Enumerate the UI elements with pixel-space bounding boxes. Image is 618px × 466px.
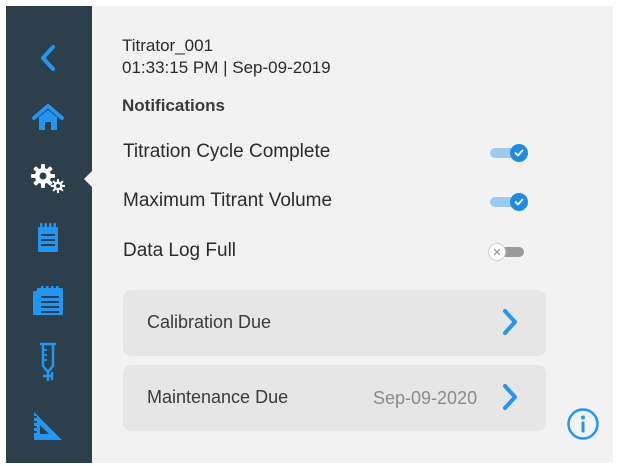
maintenance-due-date: Sep-09-2020 bbox=[373, 388, 478, 408]
card-label: Calibration Due bbox=[147, 312, 272, 332]
app-frame: Titrator_001 01:33:15 PM | Sep-09-2019 N… bbox=[6, 6, 613, 463]
info-button[interactable] bbox=[566, 407, 600, 441]
toggle-knob bbox=[510, 193, 528, 211]
section-title: Notifications bbox=[122, 96, 225, 115]
back-button[interactable] bbox=[26, 38, 70, 78]
ruler-triangle-icon bbox=[34, 412, 62, 440]
burette-icon bbox=[39, 342, 57, 382]
toggle-max-titrant[interactable] bbox=[488, 191, 532, 213]
notepad-icon bbox=[38, 223, 58, 252]
notification-label-titration-cycle: Titration Cycle Complete bbox=[123, 141, 331, 162]
notification-label-data-log-full: Data Log Full bbox=[123, 240, 237, 261]
timestamp: 01:33:15 PM | Sep-09-2019 bbox=[122, 58, 331, 77]
document-stack-icon bbox=[33, 286, 63, 315]
sidebar-item-home[interactable] bbox=[26, 98, 70, 138]
settings-gears-icon bbox=[31, 164, 65, 193]
chevron-right-icon bbox=[503, 309, 517, 335]
sidebar-item-documents[interactable] bbox=[26, 281, 70, 321]
sidebar bbox=[6, 6, 92, 463]
toggle-data-log-full[interactable] bbox=[488, 241, 532, 263]
toggle-knob bbox=[488, 243, 506, 261]
sidebar-item-titration[interactable] bbox=[26, 342, 70, 382]
home-icon bbox=[32, 104, 64, 130]
calibration-due-card[interactable]: Calibration Due bbox=[123, 290, 546, 356]
device-name: Titrator_001 bbox=[122, 36, 214, 55]
check-icon bbox=[514, 149, 524, 157]
toggle-titration-cycle[interactable] bbox=[488, 142, 532, 164]
x-icon bbox=[493, 248, 501, 256]
info-icon bbox=[567, 408, 599, 440]
check-icon bbox=[514, 198, 524, 206]
toggle-knob bbox=[510, 144, 528, 162]
back-chevron-icon bbox=[41, 45, 55, 71]
card-label: Maintenance Due bbox=[147, 387, 289, 407]
sidebar-item-measure[interactable] bbox=[26, 406, 70, 446]
main-content: Titrator_001 01:33:15 PM | Sep-09-2019 N… bbox=[92, 6, 613, 463]
maintenance-due-card[interactable]: Maintenance Due Sep-09-2020 bbox=[123, 365, 546, 431]
sidebar-item-settings[interactable] bbox=[26, 158, 70, 198]
sidebar-item-notes[interactable] bbox=[26, 218, 70, 258]
notification-label-max-titrant: Maximum Titrant Volume bbox=[123, 190, 333, 211]
chevron-right-icon bbox=[503, 384, 517, 410]
